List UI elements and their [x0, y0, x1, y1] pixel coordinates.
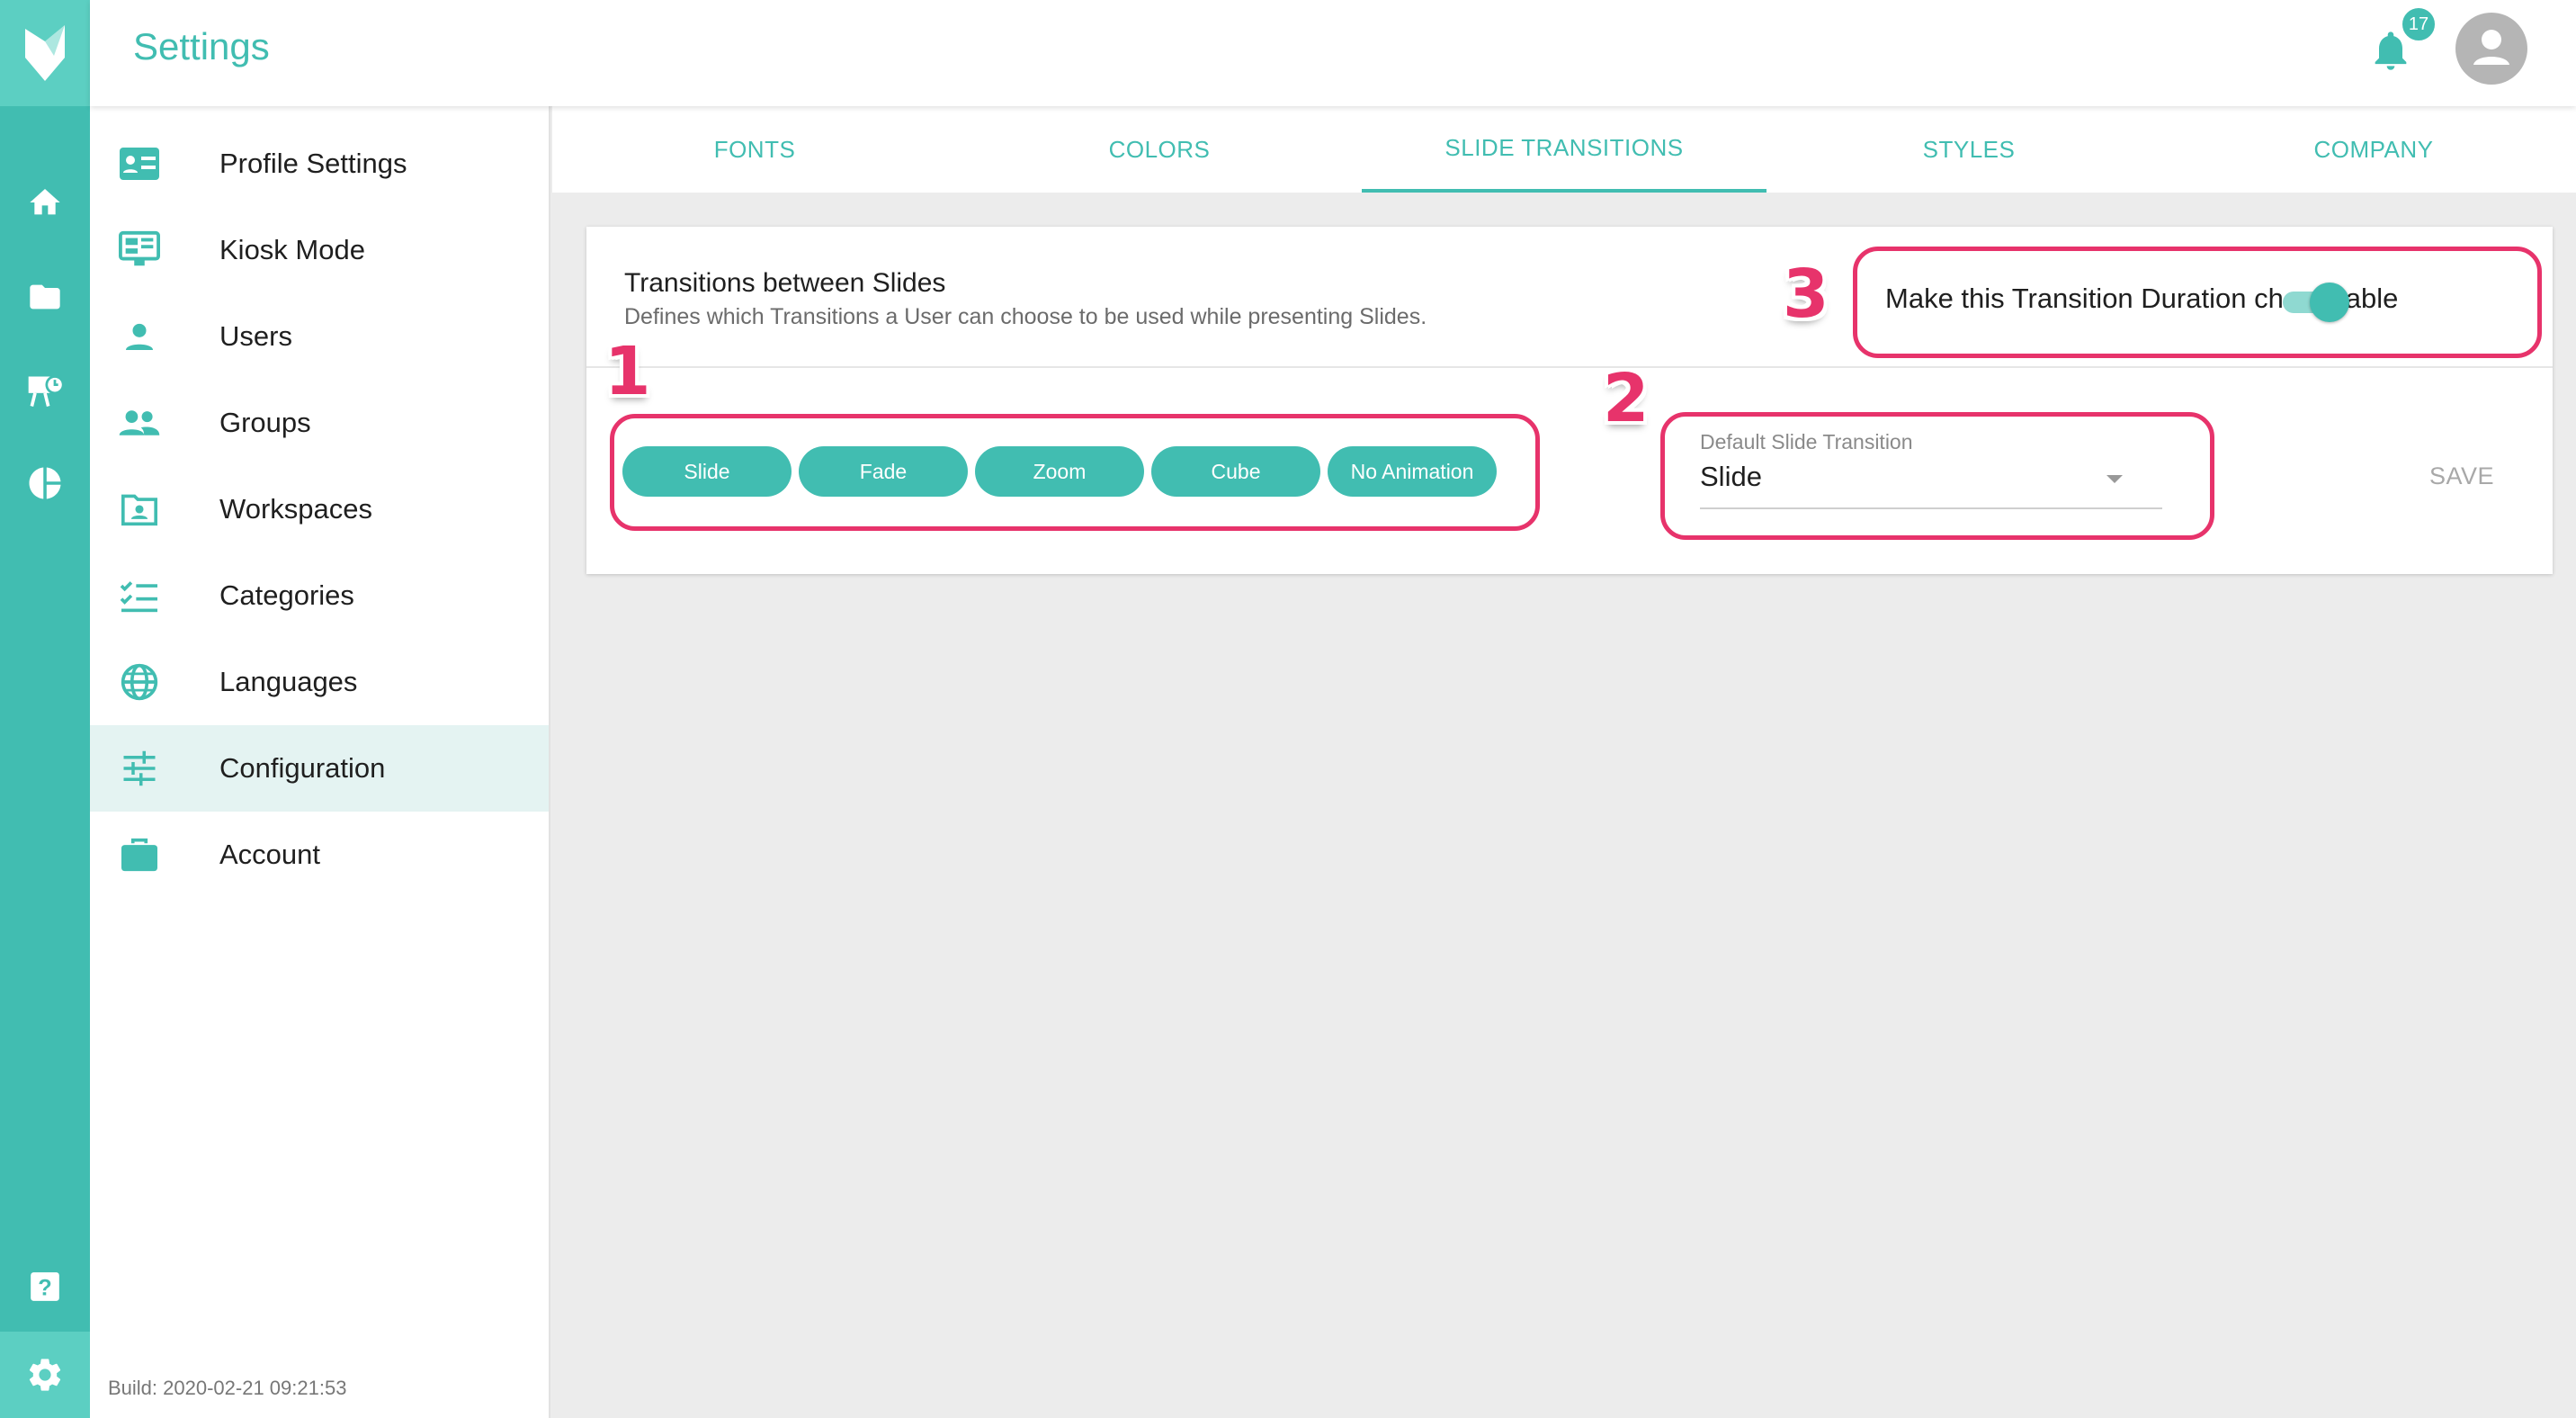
tab-slide-transitions[interactable]: SLIDE TRANSITIONS	[1362, 106, 1767, 193]
save-button[interactable]: SAVE	[2394, 453, 2529, 498]
help-icon[interactable]: ?	[0, 1255, 90, 1318]
sidebar-item-account[interactable]: Account	[90, 812, 549, 898]
settings-sidebar: Profile Settings Kiosk Mode Users Groups…	[90, 106, 550, 1418]
workspace-folder-icon	[117, 487, 162, 532]
sidebar-item-categories[interactable]: Categories	[90, 552, 549, 639]
sidebar-item-label: Workspaces	[219, 493, 372, 525]
sidebar-item-label: Profile Settings	[219, 148, 407, 179]
annotation-number-3: 3	[1783, 256, 1829, 333]
settings-tabs: FONTS COLORS SLIDE TRANSITIONS STYLES CO…	[552, 106, 2576, 193]
card-subtitle: Defines which Transitions a User can cho…	[624, 304, 1427, 329]
sidebar-item-groups[interactable]: Groups	[90, 380, 549, 466]
svg-text:?: ?	[38, 1276, 51, 1301]
tab-colors[interactable]: COLORS	[957, 106, 1362, 193]
logo-icon[interactable]	[0, 0, 90, 106]
notification-badge: 17	[2400, 5, 2437, 43]
briefcase-icon	[117, 832, 162, 877]
monitor-icon	[117, 228, 162, 273]
folder-icon[interactable]	[0, 265, 90, 328]
card-title: Transitions between Slides	[624, 268, 946, 298]
gear-icon[interactable]	[0, 1332, 90, 1418]
sidebar-item-label: Languages	[219, 666, 358, 697]
card-divider	[586, 366, 2553, 368]
group-icon	[117, 400, 162, 445]
annotation-number-2: 2	[1603, 360, 1650, 437]
sidebar-item-label: Users	[219, 320, 292, 352]
tab-styles[interactable]: STYLES	[1767, 106, 2171, 193]
sidebar-item-users[interactable]: Users	[90, 293, 549, 380]
sidebar-item-label: Groups	[219, 407, 311, 438]
user-icon	[117, 314, 162, 359]
app-rail: ?	[0, 0, 90, 1418]
tab-company[interactable]: COMPANY	[2171, 106, 2576, 193]
top-bar: Settings 17	[90, 0, 2576, 106]
presentation-icon[interactable]	[0, 360, 90, 423]
checklist-icon	[117, 573, 162, 618]
highlight-box-3	[1853, 247, 2542, 358]
sidebar-item-label: Account	[219, 839, 321, 870]
avatar[interactable]	[2455, 13, 2527, 85]
sliders-icon	[117, 746, 162, 791]
globe-icon	[117, 660, 162, 705]
highlight-box-2	[1660, 412, 2214, 540]
sidebar-item-workspaces[interactable]: Workspaces	[90, 466, 549, 552]
tab-fonts[interactable]: FONTS	[552, 106, 957, 193]
page-title: Settings	[133, 25, 270, 67]
build-info: Build: 2020-02-21 09:21:53	[108, 1377, 347, 1399]
annotation-number-1: 1	[604, 333, 651, 410]
sidebar-item-languages[interactable]: Languages	[90, 639, 549, 725]
home-icon[interactable]	[0, 171, 90, 234]
sidebar-item-label: Kiosk Mode	[219, 234, 365, 265]
sidebar-item-label: Categories	[219, 579, 354, 611]
sidebar-item-kiosk-mode[interactable]: Kiosk Mode	[90, 207, 549, 293]
sidebar-item-label: Configuration	[219, 752, 386, 784]
highlight-box-1	[610, 414, 1540, 531]
sidebar-item-configuration[interactable]: Configuration	[90, 725, 549, 812]
pie-chart-icon[interactable]	[0, 452, 90, 515]
sidebar-item-profile-settings[interactable]: Profile Settings	[90, 121, 549, 207]
id-card-icon	[117, 141, 162, 186]
